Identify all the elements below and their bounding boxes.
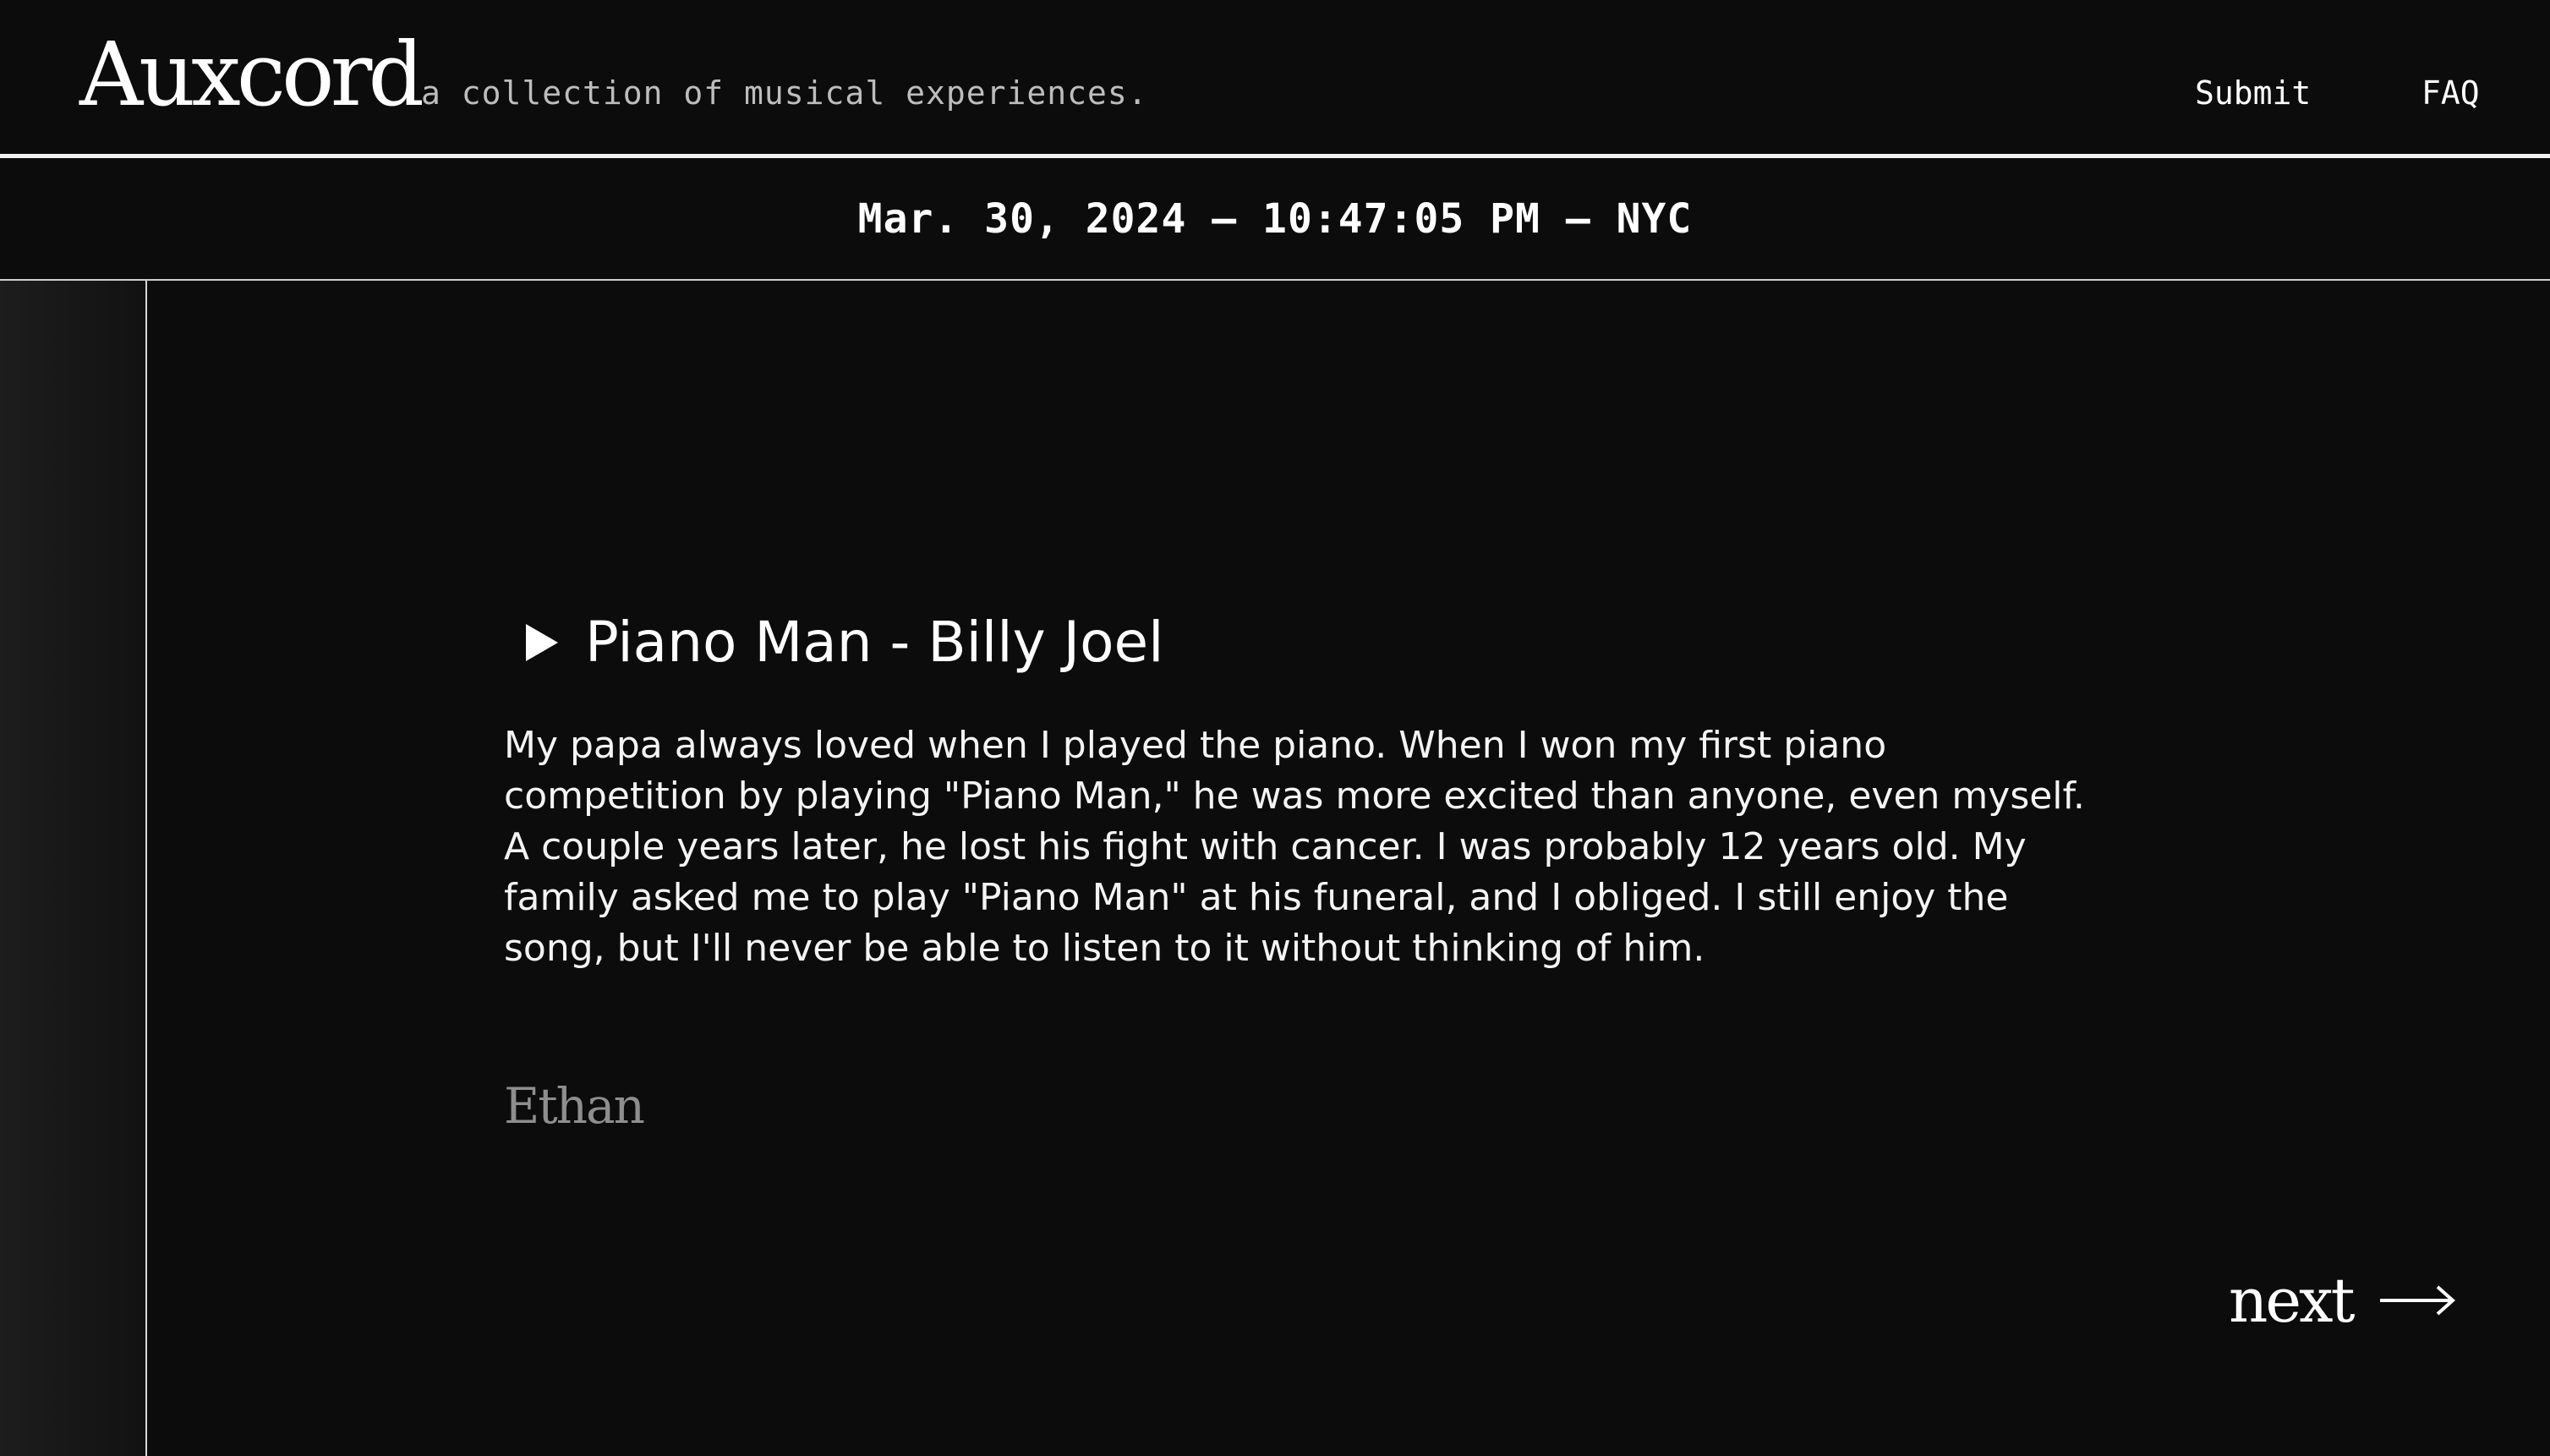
story-text: My papa always loved when I played the p… bbox=[504, 724, 2085, 970]
song-title: Piano Man - Billy Joel bbox=[585, 610, 1164, 675]
datebar-divider bbox=[0, 279, 2550, 281]
date-time-location: Mar. 30, 2024 — 10:47:05 PM — NYC bbox=[857, 195, 1693, 243]
next-button[interactable]: next bbox=[2229, 1260, 2456, 1341]
site-logo[interactable]: Auxcord bbox=[79, 15, 424, 134]
site-header: Auxcord a collection of musical experien… bbox=[0, 0, 2550, 156]
song-play-button[interactable]: Piano Man - Billy Joel bbox=[504, 602, 1163, 683]
nav-submit-link[interactable]: Submit bbox=[2195, 69, 2311, 117]
play-icon[interactable] bbox=[526, 610, 578, 675]
left-side-panel bbox=[0, 281, 145, 1456]
page: Auxcord a collection of musical experien… bbox=[0, 0, 2550, 1456]
arrow-right-icon bbox=[2378, 1284, 2456, 1317]
site-tagline: a collection of musical experiences. bbox=[421, 74, 1148, 112]
next-label: next bbox=[2229, 1265, 2356, 1336]
story-author: Ethan bbox=[504, 1077, 645, 1135]
date-time-bar: Mar. 30, 2024 — 10:47:05 PM — NYC bbox=[0, 158, 2550, 280]
left-panel-divider bbox=[145, 281, 147, 1456]
nav-faq-link[interactable]: FAQ bbox=[2421, 69, 2480, 117]
